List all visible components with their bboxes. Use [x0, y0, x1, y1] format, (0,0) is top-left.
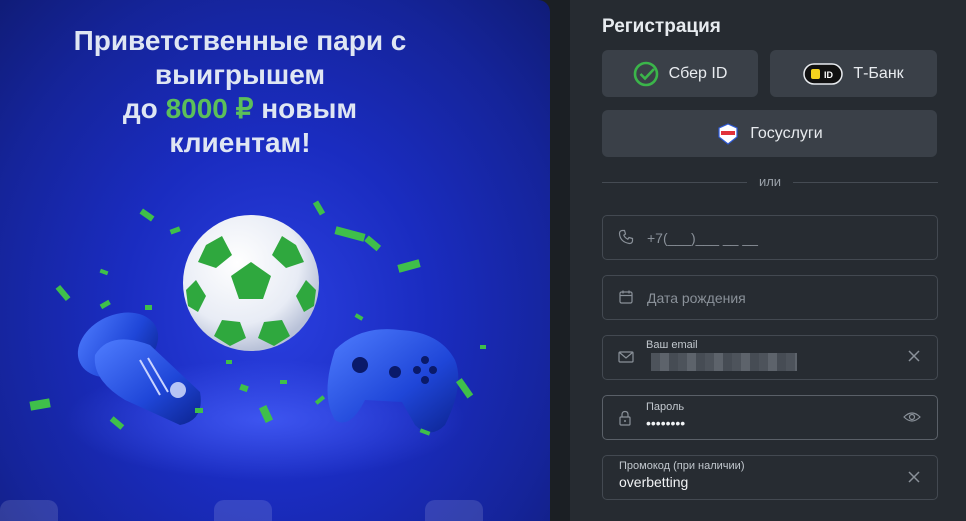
promocode-label: Промокод (при наличии): [619, 460, 745, 472]
promo-title-suffix: новым: [261, 93, 358, 124]
or-separator: или: [602, 174, 938, 189]
gosuslugi-label: Госуслуги: [750, 124, 823, 142]
promo-nav-button-3[interactable]: [425, 500, 483, 521]
birthdate-placeholder: Дата рождения: [647, 290, 746, 306]
password-label: Пароль: [646, 401, 685, 413]
sber-check-icon: [633, 61, 659, 87]
promo-nav-button-2[interactable]: [214, 500, 272, 521]
phone-placeholder: +7(___)___ __ __: [647, 230, 758, 246]
sber-id-button[interactable]: Сбер ID: [602, 50, 758, 97]
phone-field[interactable]: +7(___)___ __ __: [602, 215, 938, 260]
sber-id-label: Сбер ID: [668, 64, 728, 82]
birthdate-field[interactable]: Дата рождения: [602, 275, 938, 320]
gosuslugi-button[interactable]: Госуслуги: [602, 110, 937, 157]
promo-title-line-2: выигрышем: [154, 59, 326, 90]
separator-line-left: [602, 182, 747, 183]
promo-title-line-1: Приветственные пари с: [73, 25, 407, 56]
promo-title-line-4: клиентам!: [169, 127, 311, 158]
close-icon[interactable]: [907, 470, 921, 484]
envelope-icon: [618, 350, 634, 364]
tbank-id-icon: ID: [803, 62, 844, 85]
soccer-ball-image: [183, 215, 319, 351]
registration-title: Регистрация: [602, 16, 721, 37]
tbank-label: Т-Банк: [853, 64, 904, 82]
promo-banner: Приветственные пари с выигрышем до 8000 …: [0, 0, 550, 521]
promo-nav-button-1[interactable]: [0, 500, 58, 521]
promocode-value: overbetting: [619, 474, 689, 490]
email-label: Ваш email: [646, 339, 698, 351]
close-icon[interactable]: [907, 349, 921, 363]
promo-title-prefix: до: [122, 93, 158, 124]
promo-title: Приветственные пари с выигрышем до 8000 …: [0, 24, 480, 160]
separator-text: или: [758, 174, 782, 189]
phone-icon: [618, 229, 634, 245]
password-value: ••••••••: [646, 415, 686, 431]
registration-panel: Регистрация Сбер ID ID Т-Банк Госуслуги …: [570, 0, 966, 521]
password-field[interactable]: Пароль ••••••••: [602, 395, 938, 440]
svg-text:ID: ID: [824, 70, 834, 80]
lock-icon: [618, 410, 632, 426]
divider-gap: [550, 0, 570, 521]
promocode-field[interactable]: Промокод (при наличии) overbetting: [602, 455, 938, 500]
promo-title-line-3: до 8000 ₽ новым: [0, 92, 480, 126]
eye-icon[interactable]: [903, 410, 921, 424]
email-value-redacted: [651, 353, 797, 371]
tbank-button[interactable]: ID Т-Банк: [770, 50, 937, 97]
promo-bonus-amount: 8000 ₽: [165, 93, 254, 124]
email-field[interactable]: Ваш email: [602, 335, 938, 380]
gosuslugi-shield-icon: [716, 122, 740, 146]
calendar-icon: [618, 289, 634, 305]
separator-line-right: [793, 182, 938, 183]
